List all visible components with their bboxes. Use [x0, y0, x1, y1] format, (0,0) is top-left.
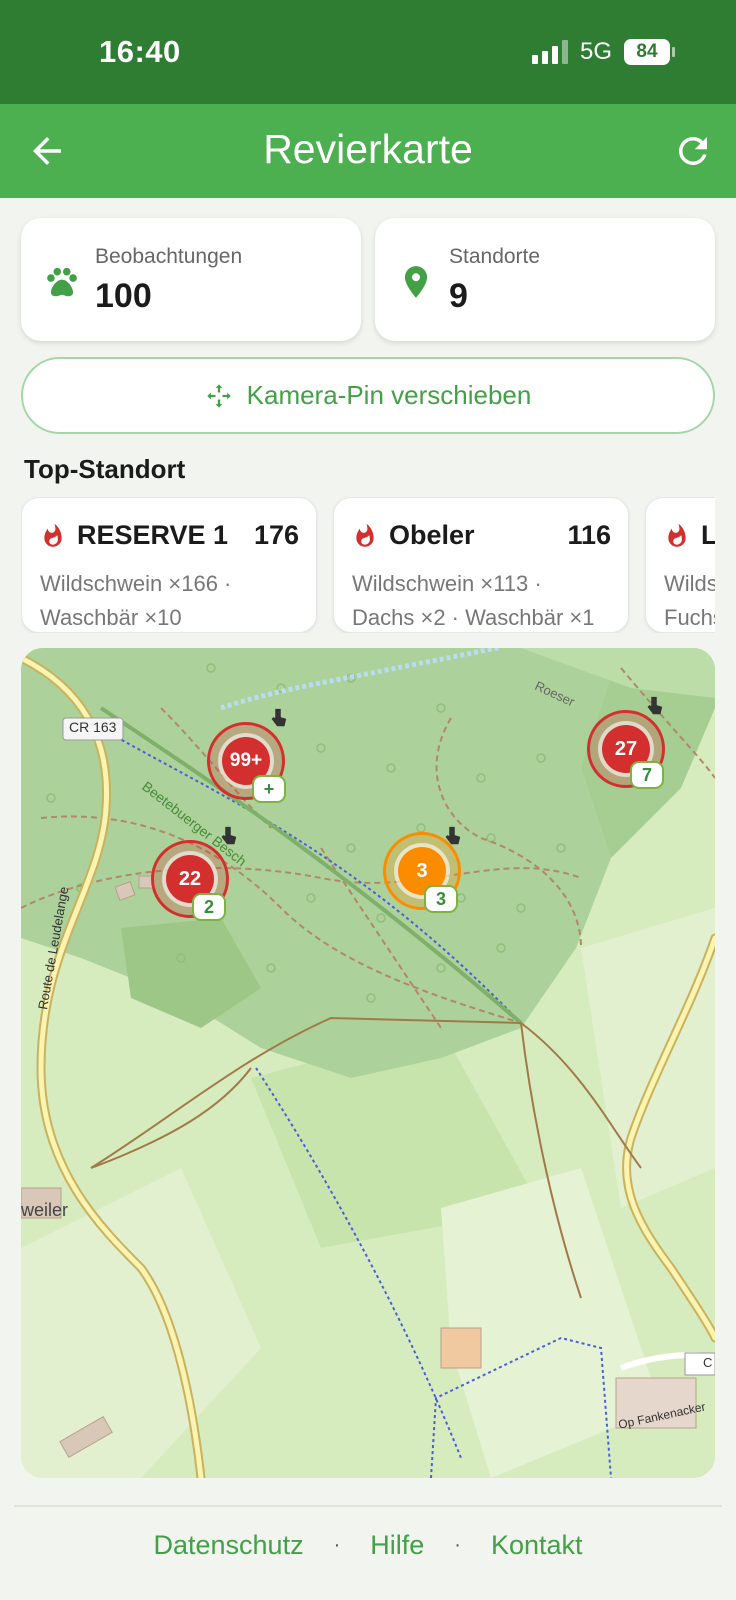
status-bar: 16:40 5G 84 [0, 0, 736, 104]
hand-pointer-icon [221, 826, 237, 845]
map-pin-icon [404, 266, 428, 298]
top-location-name: RESERVE 1 [77, 520, 229, 550]
top-location-name: La [701, 520, 715, 550]
cluster-badge: 2 [192, 893, 226, 921]
top-location-species: Wildschwein ×166 · Waschbär ×10 [40, 567, 310, 633]
locations-label: Standorte [449, 245, 541, 268]
cluster-badge: 3 [424, 885, 458, 913]
top-location-card[interactable]: RESERVE 1 176 Wildschwein ×166 · Waschbä… [21, 497, 317, 633]
app-bar: Revierkarte [0, 104, 736, 198]
status-time: 16:40 [99, 34, 181, 69]
footer-separator: · [333, 1534, 341, 1556]
top-location-card[interactable]: La Wilds Fuchs [645, 497, 715, 633]
map-cluster[interactable]: 22 2 [151, 840, 229, 921]
species-line: Waschbär ×10 [40, 605, 182, 630]
hand-pointer-icon [445, 826, 461, 845]
move-camera-pin-button[interactable]: Kamera-Pin verschieben [21, 357, 715, 434]
flame-icon [668, 523, 686, 547]
hand-pointer-icon [271, 708, 287, 727]
top-location-species: Wilds Fuchs [664, 567, 715, 633]
move-camera-pin-label: Kamera-Pin verschieben [246, 380, 532, 410]
footer: Datenschutz · Hilfe · Kontakt [0, 1530, 736, 1561]
top-locations-carousel[interactable]: RESERVE 1 176 Wildschwein ×166 · Waschbä… [21, 497, 715, 633]
page-title: Revierkarte [263, 126, 473, 172]
footer-separator: · [454, 1534, 461, 1556]
network-type: 5G [579, 38, 612, 65]
species-line: Dachs ×2 · Waschbär ×1 [352, 605, 595, 630]
cluster-badge: + [252, 775, 286, 803]
species-line: Wildschwein ×113 · [352, 571, 542, 596]
species-line: Fuchs [664, 605, 715, 630]
map-cluster[interactable]: 27 7 [587, 710, 665, 789]
village-label: weiler [21, 1200, 69, 1220]
species-line: Wilds [664, 571, 715, 596]
top-location-name: Obeler [389, 520, 475, 550]
map-cluster[interactable]: 99+ + [207, 722, 286, 803]
map-view[interactable]: CR 163 Beetebuerger Besch Route de Leude… [21, 648, 715, 1478]
road-label: CR 163 [69, 719, 117, 735]
observations-label: Beobachtungen [95, 245, 243, 268]
flame-icon [44, 523, 62, 547]
section-title: Top-Standort [24, 454, 186, 484]
help-link[interactable]: Hilfe [370, 1530, 424, 1561]
paw-icon [47, 267, 77, 297]
top-location-count: 116 [567, 520, 611, 550]
signal-icon [531, 40, 568, 64]
cluster-badge: 7 [630, 761, 664, 789]
top-location-species: Wildschwein ×113 · Dachs ×2 · Waschbär ×… [352, 567, 622, 633]
refresh-button[interactable] [672, 130, 714, 172]
observations-value: 100 [95, 277, 152, 315]
status-indicators: 5G 84 [531, 38, 675, 66]
locations-value: 9 [449, 277, 468, 315]
top-location-card[interactable]: Obeler 116 Wildschwein ×113 · Dachs ×2 ·… [333, 497, 629, 633]
footer-divider [14, 1505, 722, 1507]
flame-icon [356, 523, 374, 547]
contact-link[interactable]: Kontakt [491, 1530, 583, 1561]
locations-card: Standorte 9 [375, 218, 715, 341]
species-line: Wildschwein ×166 · [40, 571, 232, 596]
edge-label: C [703, 1355, 713, 1370]
move-arrows-icon [206, 383, 231, 408]
refresh-icon [678, 136, 707, 165]
battery-icon: 84 [624, 39, 675, 65]
hand-pointer-icon [647, 696, 663, 715]
observations-card: Beobachtungen 100 [21, 218, 361, 341]
privacy-link[interactable]: Datenschutz [153, 1530, 303, 1561]
top-location-count: 176 [253, 520, 299, 550]
